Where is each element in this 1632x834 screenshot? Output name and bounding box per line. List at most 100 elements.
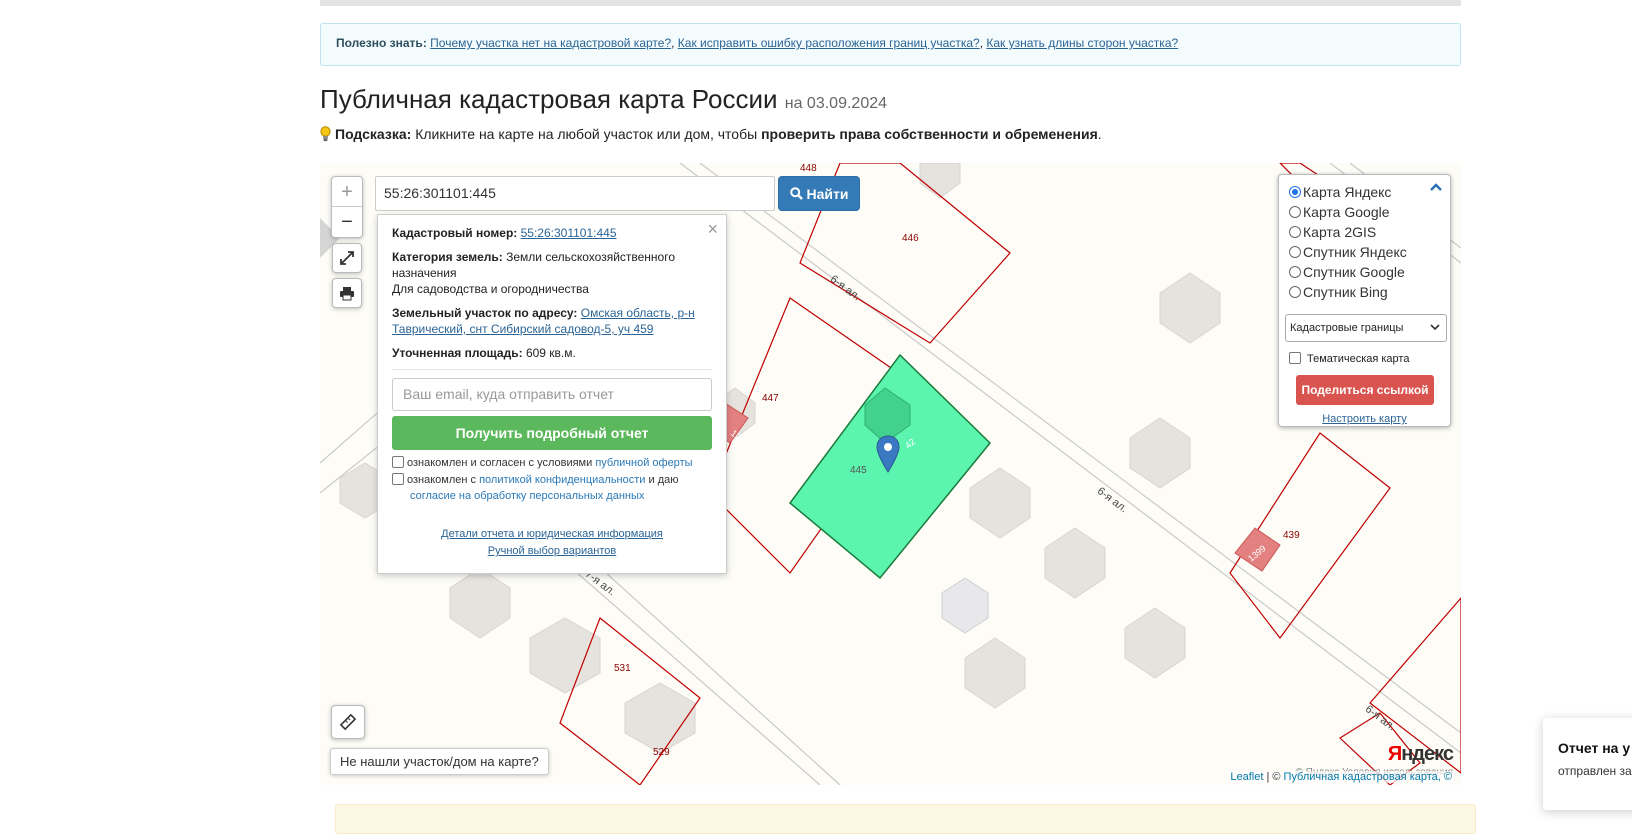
privacy-policy-link[interactable]: политикой конфиденциальности [479, 474, 645, 486]
offer-agreement: ознакомлен и согласен с условиями публич… [392, 455, 712, 471]
thematic-label: Тематическая карта [1307, 353, 1410, 365]
map-settings-link[interactable]: Настроить карту [1322, 413, 1407, 425]
layer-option-google-map[interactable]: Карта Google [1289, 202, 1440, 222]
radio-2gis-map[interactable] [1289, 226, 1301, 238]
land-category-label: Категория земель: [392, 250, 503, 264]
boundary-type-value: Кадастровые границы [1290, 322, 1404, 334]
printer-icon [340, 286, 354, 300]
search-button-label: Найти [806, 185, 849, 202]
page-date: на 03.09.2024 [784, 95, 888, 112]
leaflet-link[interactable]: Leaflet [1230, 771, 1263, 783]
ruler-icon [339, 713, 357, 731]
cadastral-map[interactable]: 448 446 447 445 439 531 529 1202 1399 42… [320, 163, 1461, 785]
offer-link[interactable]: публичной оферты [595, 457, 692, 469]
layer-label: Спутник Google [1303, 264, 1405, 280]
map-settings: Настроить карту [1289, 413, 1440, 425]
radio-yandex-sat[interactable] [1289, 246, 1301, 258]
popup-divider [392, 369, 712, 370]
radio-google-map[interactable] [1289, 206, 1301, 218]
top-divider [320, 0, 1461, 6]
hint-line: Подсказка: Кликните на карте на любой уч… [320, 126, 1102, 142]
fullscreen-button[interactable] [332, 243, 362, 273]
layer-option-yandex-sat[interactable]: Спутник Яндекс [1289, 242, 1440, 262]
privacy-checkbox[interactable] [392, 473, 404, 485]
parcel-info-popup: × Кадастровый номер: 55:26:301101:445 Ка… [377, 214, 727, 574]
address-label: Земельный участок по адресу: [392, 306, 578, 320]
tip-link-side-lengths[interactable]: Как узнать длины сторон участка? [986, 36, 1178, 50]
print-button[interactable] [332, 278, 362, 308]
boundary-type-select[interactable]: Кадастровые границы [1285, 314, 1447, 342]
chevron-down-icon [1430, 324, 1440, 331]
offer-checkbox[interactable] [392, 456, 404, 468]
bottom-notice-box [335, 804, 1476, 834]
radio-google-sat[interactable] [1289, 266, 1301, 278]
layer-label: Спутник Bing [1303, 284, 1388, 300]
thematic-map-toggle[interactable]: Тематическая карта [1289, 352, 1440, 365]
parcel-label-439: 439 [1283, 530, 1300, 541]
attrib-sep: | © [1266, 771, 1281, 783]
yandex-logo: Яндекс [1387, 743, 1454, 765]
report-details-link[interactable]: Детали отчета и юридическая информация [441, 528, 663, 540]
cad-number-label: Кадастровый номер: [392, 226, 518, 240]
privacy-mid-text: и даю [648, 474, 679, 486]
zoom-control: + − [331, 176, 363, 238]
cad-number-link[interactable]: 55:26:301101:445 [521, 226, 617, 240]
zoom-out-button[interactable]: − [332, 207, 362, 237]
share-link-button[interactable]: Поделиться ссылкой [1296, 375, 1434, 405]
useful-info-box: Полезно знать: Почему участка нет на кад… [320, 23, 1461, 66]
radio-yandex-map[interactable] [1289, 186, 1301, 198]
parcel-label-529: 529 [653, 747, 670, 758]
parcel-label-448: 448 [800, 163, 817, 174]
popup-links: Детали отчета и юридическая информация Р… [392, 526, 712, 560]
parcel-label-445: 445 [850, 465, 867, 476]
zoom-in-button[interactable]: + [332, 177, 362, 207]
get-report-button[interactable]: Получить подробный отчет [392, 416, 712, 450]
personal-data-consent-link[interactable]: согласие на обработку персональных данны… [410, 490, 644, 502]
manual-selection-link[interactable]: Ручной выбор вариантов [488, 545, 616, 557]
pkk-link[interactable]: Публичная кадастровая карта, © [1284, 771, 1452, 783]
page-title: Публичная кадастровая карта России на 03… [320, 84, 887, 115]
search-icon [789, 187, 803, 200]
hint-bold: проверить права собственности и обремене… [761, 126, 1098, 142]
layer-option-google-sat[interactable]: Спутник Google [1289, 262, 1440, 282]
hint-end: . [1097, 126, 1102, 142]
land-use-value: Для садоводства и огородничества [392, 282, 589, 296]
radio-bing-sat[interactable] [1289, 286, 1301, 298]
useful-info-label: Полезно знать: [336, 36, 427, 50]
privacy-agreement: ознакомлен с политикой конфиденциальност… [392, 472, 712, 504]
map-attribution: Leaflet | © Публичная кадастровая карта,… [1227, 771, 1455, 783]
hint-text: Кликните на карте на любой участок или д… [415, 126, 758, 142]
parcel-label-447: 447 [762, 393, 779, 404]
layer-label: Спутник Яндекс [1303, 244, 1407, 260]
email-field[interactable]: Ваш email, куда отправить отчет [392, 378, 712, 411]
toast-body: отправлен за [1558, 764, 1632, 778]
measure-button[interactable] [331, 705, 365, 739]
page-title-text: Публичная кадастровая карта России [320, 84, 778, 114]
privacy-text: ознакомлен с [407, 474, 477, 486]
expand-icon [340, 251, 354, 265]
location-marker-icon[interactable] [876, 435, 900, 473]
popup-close-button[interactable]: × [707, 219, 718, 240]
parcel-label-531: 531 [614, 663, 631, 674]
parcel-label-446: 446 [902, 233, 919, 244]
layer-option-bing-sat[interactable]: Спутник Bing [1289, 282, 1440, 302]
layer-label: Карта 2GIS [1303, 224, 1377, 240]
thematic-checkbox[interactable] [1289, 352, 1301, 364]
area-label: Уточненная площадь: [392, 346, 523, 360]
layer-label: Карта Google [1303, 204, 1390, 220]
report-toast: Отчет на у отправлен за [1543, 718, 1632, 810]
tip-link-not-on-map[interactable]: Почему участка нет на кадастровой карте? [430, 36, 671, 50]
layers-panel: Карта Яндекс Карта Google Карта 2GIS Спу… [1278, 174, 1451, 427]
layer-option-2gis-map[interactable]: Карта 2GIS [1289, 222, 1440, 242]
area-value: 609 кв.м. [525, 346, 576, 360]
lightbulb-icon [320, 126, 331, 142]
cadastral-search-input[interactable]: 55:26:301101:445 [375, 176, 775, 211]
layer-option-yandex-map[interactable]: Карта Яндекс [1289, 182, 1440, 202]
layer-label: Карта Яндекс [1303, 184, 1392, 200]
toast-title: Отчет на у [1558, 740, 1631, 756]
tip-link-fix-boundary[interactable]: Как исправить ошибку расположения границ… [678, 36, 980, 50]
hint-label: Подсказка: [335, 126, 412, 142]
search-button[interactable]: Найти [778, 176, 860, 211]
chevron-up-icon[interactable] [1430, 183, 1442, 191]
not-found-button[interactable]: Не нашли участок/дом на карте? [330, 748, 549, 775]
